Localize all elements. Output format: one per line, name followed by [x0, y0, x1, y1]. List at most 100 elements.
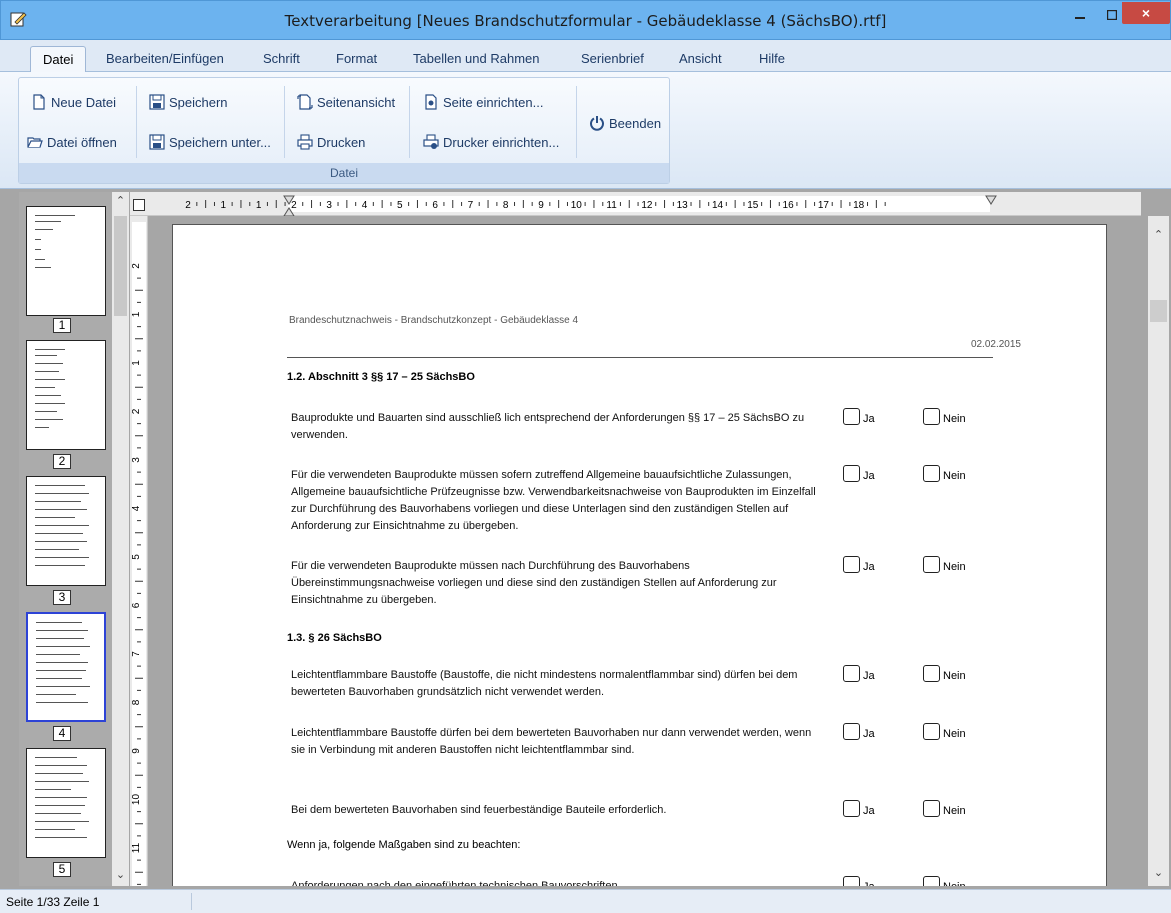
menu-schrift[interactable]: Schrift: [263, 51, 300, 66]
menu-ansicht[interactable]: Ansicht: [679, 51, 722, 66]
printer-icon: [297, 134, 313, 150]
checkbox-yes[interactable]: Ja: [843, 465, 875, 482]
ruler-tick-label: 18: [853, 200, 865, 211]
thumbnail-scrollbar[interactable]: ⌃ ⌄: [112, 192, 129, 886]
scroll-down-icon[interactable]: ⌄: [112, 868, 129, 881]
checkbox-no[interactable]: Nein: [923, 876, 966, 886]
scrollbar-thumb[interactable]: [114, 216, 127, 316]
ruler-tick-label: 3: [131, 457, 142, 463]
menu-format[interactable]: Format: [336, 51, 377, 66]
menu-bearbeiten[interactable]: Bearbeiten/Einfügen: [106, 51, 224, 66]
page-setup-button[interactable]: Seite einrichten...: [423, 94, 543, 110]
checkbox-no[interactable]: Nein: [923, 665, 966, 682]
document-view[interactable]: Brandeschutznachweis - Brandschutzkonzep…: [148, 216, 1141, 886]
thumbnail-panel[interactable]: 1 2 3 4 5: [19, 192, 112, 886]
menu-serienbrief[interactable]: Serienbrief: [581, 51, 644, 66]
ruler-tick-label: 1: [131, 360, 142, 366]
horizontal-ruler[interactable]: 2 1 1 2 3 4 5 6 7 8 9 10 11 12 13 14 15 16 17 18: [130, 192, 1141, 216]
exit-button[interactable]: Beenden: [589, 115, 661, 131]
page-thumbnail-selected[interactable]: [26, 612, 106, 722]
printer-setup-button[interactable]: Drucker einrichten...: [423, 134, 559, 150]
ruler-tick-label: 16: [783, 200, 795, 211]
checkbox-no[interactable]: Nein: [923, 465, 966, 482]
checkbox-yes[interactable]: Ja: [843, 408, 875, 425]
right-indent-marker[interactable]: [985, 195, 997, 205]
ruler-tick-label: 15: [747, 200, 759, 211]
page-thumbnail[interactable]: [26, 748, 106, 858]
question-text: Bei dem bewerteten Bauvorhaben sind feue…: [291, 804, 667, 816]
title-bar: Textverarbeitung [Neues Brandschutzformu…: [0, 0, 1171, 40]
ribbon-separator: [136, 86, 137, 158]
checkbox-yes[interactable]: Ja: [843, 800, 875, 817]
ribbon-separator: [284, 86, 285, 158]
ribbon: Neue Datei Datei öffnen Speichern Speich…: [0, 72, 1171, 189]
save-button[interactable]: Speichern: [149, 94, 228, 110]
header-divider: [287, 357, 993, 358]
ruler-tick-label: 11: [606, 200, 617, 211]
page-thumbnail[interactable]: [26, 206, 106, 316]
page-thumbnail[interactable]: [26, 340, 106, 450]
page-header-text: Brandeschutznachweis - Brandschutzkonzep…: [289, 315, 579, 326]
question-text: Leichtentflammbare Baustoffe dürfen bei …: [291, 727, 812, 756]
ruler-tick-label: 8: [503, 200, 509, 211]
scroll-up-icon[interactable]: ⌃: [112, 194, 129, 207]
thumbnail-page-number: 3: [53, 590, 71, 605]
checkbox-yes[interactable]: Ja: [843, 665, 875, 682]
page-thumbnail[interactable]: [26, 476, 106, 586]
checkbox-no[interactable]: Nein: [923, 723, 966, 740]
ruler-tick-label: 12: [641, 200, 653, 211]
thumbnail-page-number: 1: [53, 318, 71, 333]
menu-hilfe[interactable]: Hilfe: [759, 51, 785, 66]
menu-tabellen[interactable]: Tabellen und Rahmen: [413, 51, 539, 66]
close-icon: ×: [1141, 5, 1151, 21]
ruler-tick-label: 11: [131, 842, 142, 853]
scroll-down-icon[interactable]: ⌄: [1148, 866, 1169, 879]
checkbox-yes[interactable]: Ja: [843, 556, 875, 573]
open-file-button[interactable]: Datei öffnen: [27, 134, 117, 150]
page-view-button[interactable]: Seitenansicht: [297, 94, 395, 110]
ruler-tick-label: 7: [468, 200, 474, 211]
ruler-tick-label: 10: [131, 794, 142, 806]
checkbox-no[interactable]: Nein: [923, 556, 966, 573]
close-button[interactable]: ×: [1122, 2, 1170, 24]
checkbox-no[interactable]: Nein: [923, 408, 966, 425]
minimize-icon: [1075, 17, 1085, 19]
question-text: Für die verwendeten Bauprodukte müssen n…: [291, 560, 777, 606]
vertical-ruler[interactable]: 2 1 1 2 3 4 5 6 7 8 9 10 11: [130, 216, 148, 886]
checkbox-yes[interactable]: Ja: [843, 723, 875, 740]
ruler-tick-label: 10: [571, 200, 583, 211]
save-as-button[interactable]: Speichern unter...: [149, 134, 271, 150]
status-text: Seite 1/33 Zeile 1: [6, 895, 100, 909]
ruler-tick-label: 2: [291, 200, 297, 211]
note-text: Wenn ja, folgende Maßgaben sind zu beach…: [287, 839, 521, 851]
ruler-tick-label: 17: [818, 200, 830, 211]
section-heading: 1.3. § 26 SächsBO: [287, 632, 382, 644]
ruler-tick-label: 2: [131, 408, 142, 414]
checkbox-yes[interactable]: Ja: [843, 876, 875, 886]
page-setup-icon: [425, 94, 437, 110]
ruler-scale: 2 1 1 2 3 4 5 6 7 8 9 10 11 12 13 14 15 16 17 18: [185, 195, 997, 216]
question-text: Bauprodukte und Bauarten sind ausschließ…: [291, 412, 805, 441]
question-text: Für die verwendeten Bauprodukte müssen s…: [291, 469, 816, 532]
menu-datei[interactable]: Datei: [30, 46, 87, 73]
ruler-tick-label: 6: [131, 602, 142, 608]
new-file-button[interactable]: Neue Datei: [31, 94, 116, 110]
ruler-tick-label: 5: [131, 554, 142, 560]
section-heading: 1.2. Abschnitt 3 §§ 17 – 25 SächsBO: [287, 371, 475, 383]
scrollbar-thumb[interactable]: [1150, 300, 1167, 322]
power-icon: [590, 116, 604, 131]
ruler-tick-label: 5: [397, 200, 403, 211]
tab-stop-selector[interactable]: [133, 199, 145, 211]
minimize-button[interactable]: [1063, 1, 1097, 29]
ruler-tick-label: 4: [362, 200, 368, 211]
thumbnail-page-number: 5: [53, 862, 71, 877]
ruler-tick-label: 7: [131, 651, 142, 657]
scroll-up-icon[interactable]: ⌃: [1148, 228, 1169, 241]
checkbox-no[interactable]: Nein: [923, 800, 966, 817]
maximize-icon: [1107, 10, 1117, 20]
ribbon-group-datei: Neue Datei Datei öffnen Speichern Speich…: [18, 77, 670, 184]
document-page[interactable]: Brandeschutznachweis - Brandschutzkonzep…: [172, 224, 1107, 886]
print-button[interactable]: Drucken: [297, 134, 365, 150]
printer-setup-icon: [423, 134, 439, 149]
document-scrollbar[interactable]: ⌃ ⌄: [1148, 216, 1169, 886]
